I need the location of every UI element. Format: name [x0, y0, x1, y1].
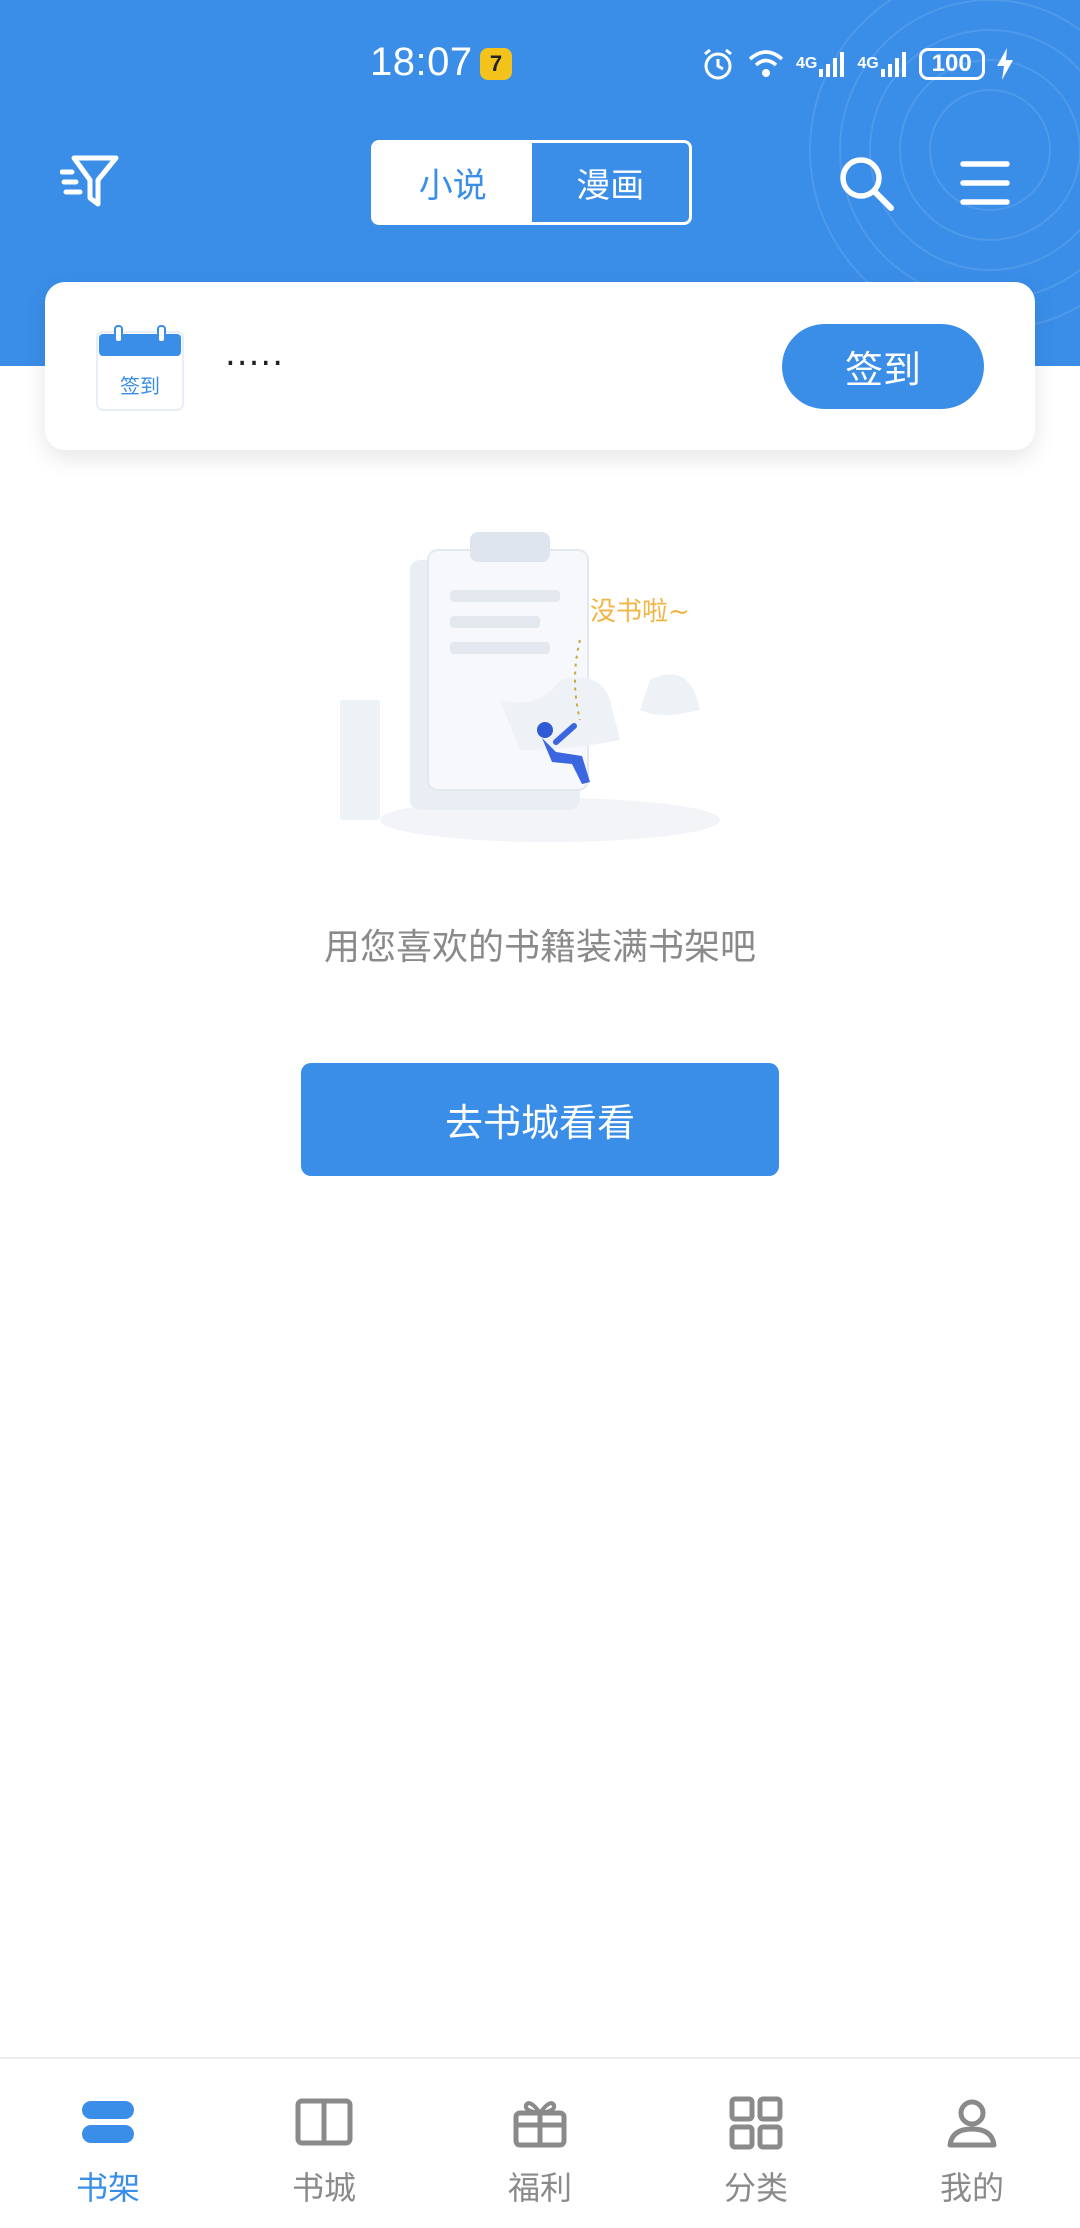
network-type-label: 4G	[796, 55, 818, 72]
empty-shelf-message: 用您喜欢的书籍装满书架吧	[323, 927, 756, 968]
network-type-label-2: 4G	[857, 55, 879, 72]
tab-benefits[interactable]: 福利	[432, 2059, 648, 2228]
tab-label: 分类	[723, 2169, 788, 2207]
tab-label: 我的	[939, 2169, 1004, 2207]
illustration-caption: 没书啦~	[590, 597, 690, 627]
filter-icon[interactable]	[59, 152, 120, 212]
calendar-icon: 签到	[95, 324, 185, 412]
signal-icon-2: 4G	[857, 44, 908, 84]
tab-label: 福利	[507, 2169, 572, 2207]
calendar-label: 签到	[120, 374, 160, 398]
go-to-bookstore-button[interactable]: 去书城看看	[301, 1063, 779, 1176]
tab-novel[interactable]: 小说	[374, 143, 532, 222]
status-time: 18:07	[370, 40, 473, 84]
tab-category[interactable]: 分类	[648, 2059, 864, 2228]
wifi-icon	[746, 44, 786, 84]
tab-mine[interactable]: 我的	[864, 2059, 1080, 2228]
alarm-icon	[700, 44, 736, 84]
charging-icon	[995, 44, 1015, 84]
empty-bookshelf-illustration: 没书啦~	[340, 532, 720, 842]
status-bar: 18:07 7 4G 4G 100	[0, 30, 1080, 100]
content-type-tabs: 小说 漫画	[371, 140, 692, 225]
book-icon	[295, 2098, 353, 2146]
sign-in-button[interactable]: 签到	[782, 324, 984, 409]
notification-badge-icon: 7	[480, 48, 512, 80]
status-icons: 4G 4G 100	[700, 44, 1015, 84]
search-icon[interactable]	[835, 152, 897, 214]
tab-bookstore[interactable]: 书城	[216, 2059, 432, 2228]
gift-icon	[513, 2101, 567, 2148]
sign-in-card: 签到 ..... 签到	[45, 282, 1035, 450]
tab-label: 书城	[291, 2169, 356, 2207]
bookshelf-icon	[82, 2101, 134, 2143]
sign-in-status-text: .....	[225, 334, 285, 374]
user-icon	[947, 2099, 997, 2148]
signal-icon: 4G	[796, 44, 847, 84]
tab-bookshelf[interactable]: 书架	[0, 2059, 216, 2228]
app-screen: 18:07 7 4G 4G 100 小说 漫画 签到 ..... 签到 没书啦~…	[0, 0, 1080, 2228]
grid-icon	[729, 2096, 783, 2150]
battery-icon: 100	[918, 48, 985, 80]
tab-label: 书架	[75, 2169, 140, 2207]
tab-comic[interactable]: 漫画	[532, 143, 690, 222]
bottom-tab-bar: 书架 书城 福利 分类 我的	[0, 2057, 1080, 2228]
menu-icon[interactable]	[960, 158, 1010, 208]
